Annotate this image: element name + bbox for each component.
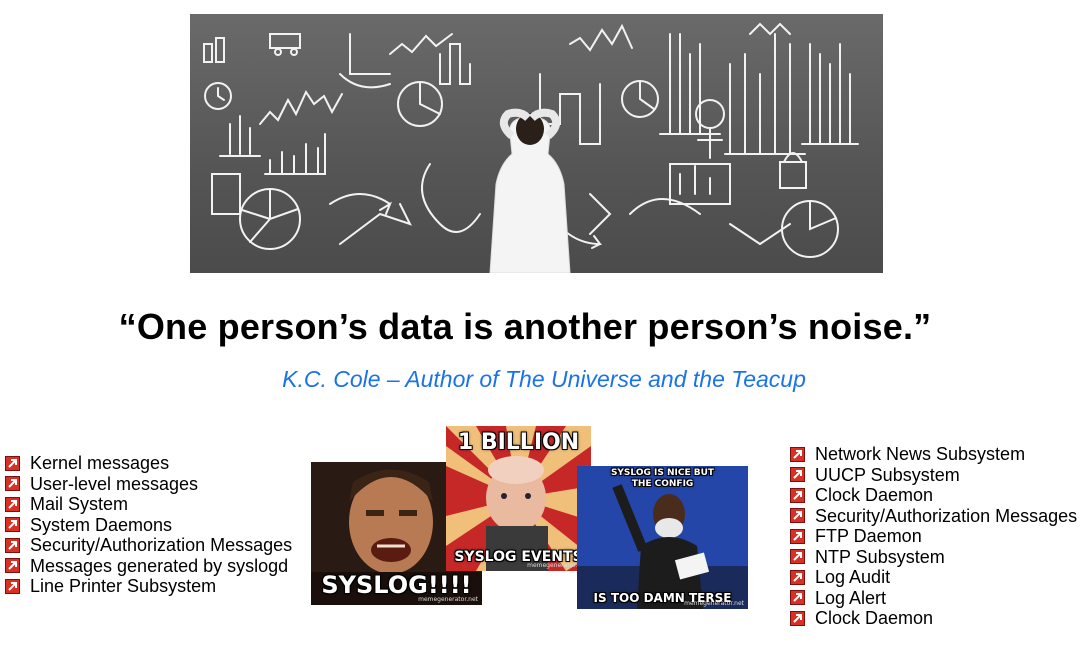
list-item-label: FTP Daemon [815, 526, 922, 546]
list-item: FTP Daemon [790, 526, 1077, 547]
list-item: Mail System [5, 494, 292, 515]
red-arrow-bullet-icon [790, 446, 805, 462]
red-arrow-bullet-icon [5, 455, 20, 471]
list-item-label: Mail System [30, 494, 129, 514]
list-item-label: Line Printer Subsystem [30, 576, 217, 596]
list-item: Kernel messages [5, 453, 292, 474]
red-arrow-bullet-icon [790, 610, 805, 626]
red-arrow-bullet-icon [790, 549, 805, 565]
meme-evil-top-caption: 1 BILLION [457, 430, 580, 455]
list-item-label: Log Alert [815, 587, 887, 608]
facility-list-right: Network News Subsystem UUCP Subsystem Cloc… [790, 444, 1077, 629]
list-item: Messages generated by syslogd [5, 556, 292, 577]
list-item-label: Clock Daemon [815, 608, 934, 628]
red-arrow-bullet-icon [5, 517, 20, 533]
list-item-label: UUCP Subsystem [815, 464, 960, 485]
meme-too-damn-image: SYSLOG IS NICE BUT THE CONFIG IS TOO DAM… [577, 466, 748, 609]
red-arrow-bullet-icon [790, 590, 805, 606]
meme-dr-evil-image: 1 BILLION SYSLOG EVENTS memegenerator.ne… [446, 426, 591, 571]
red-arrow-bullet-icon [5, 578, 20, 594]
red-arrow-bullet-icon [5, 476, 20, 492]
list-item: Security/Authorization Messages [790, 506, 1077, 527]
list-item: Log Audit [790, 567, 1077, 588]
red-arrow-bullet-icon [5, 496, 20, 512]
meme-jimmy-top-caption: SYSLOG IS NICE BUT THE CONFIG [610, 468, 715, 489]
list-item-label: Security/Authorization Messages [30, 535, 293, 555]
quote-text: “One person’s data is another person’s n… [118, 306, 932, 347]
quote-attribution: K.C. Cole – Author of The Universe and t… [282, 366, 806, 392]
red-arrow-bullet-icon [790, 528, 805, 544]
list-item-label: Log Audit [815, 567, 891, 587]
list-item: Security/Authorization Messages [5, 535, 292, 556]
list-item-label: System Daemons [30, 514, 173, 535]
facility-list-left: Kernel messages User-level messages Mail S… [5, 453, 292, 597]
list-item: NTP Subsystem [790, 547, 1077, 568]
list-item-label: User-level messages [30, 473, 199, 494]
red-arrow-bullet-icon [5, 537, 20, 553]
list-item: Log Alert [790, 588, 1077, 609]
list-item: User-level messages [5, 474, 292, 495]
list-item: Network News Subsystem [790, 444, 1077, 465]
red-arrow-bullet-icon [5, 558, 20, 574]
meme-jimmy-watermark: memegenerator.net [684, 600, 744, 607]
red-arrow-bullet-icon [790, 569, 805, 585]
meme-khan-watermark: memegenerator.net [418, 596, 478, 603]
list-item: Line Printer Subsystem [5, 576, 292, 597]
red-arrow-bullet-icon [790, 508, 805, 524]
list-item-label: Security/Authorization Messages [815, 505, 1078, 526]
chalkboard-photo [190, 14, 883, 273]
list-item-label: Messages generated by syslogd [30, 555, 289, 576]
list-item-label: Kernel messages [30, 453, 170, 473]
list-item-label: NTP Subsystem [815, 546, 945, 567]
list-item: UUCP Subsystem [790, 465, 1077, 486]
meme-khan-caption: SYSLOG!!!! [321, 571, 472, 599]
list-item: System Daemons [5, 515, 292, 536]
list-item-label: Network News Subsystem [815, 444, 1026, 464]
list-item-label: Clock Daemon [815, 485, 934, 505]
list-item: Clock Daemon [790, 485, 1077, 506]
red-arrow-bullet-icon [790, 487, 805, 503]
red-arrow-bullet-icon [790, 467, 805, 483]
list-item: Clock Daemon [790, 608, 1077, 629]
